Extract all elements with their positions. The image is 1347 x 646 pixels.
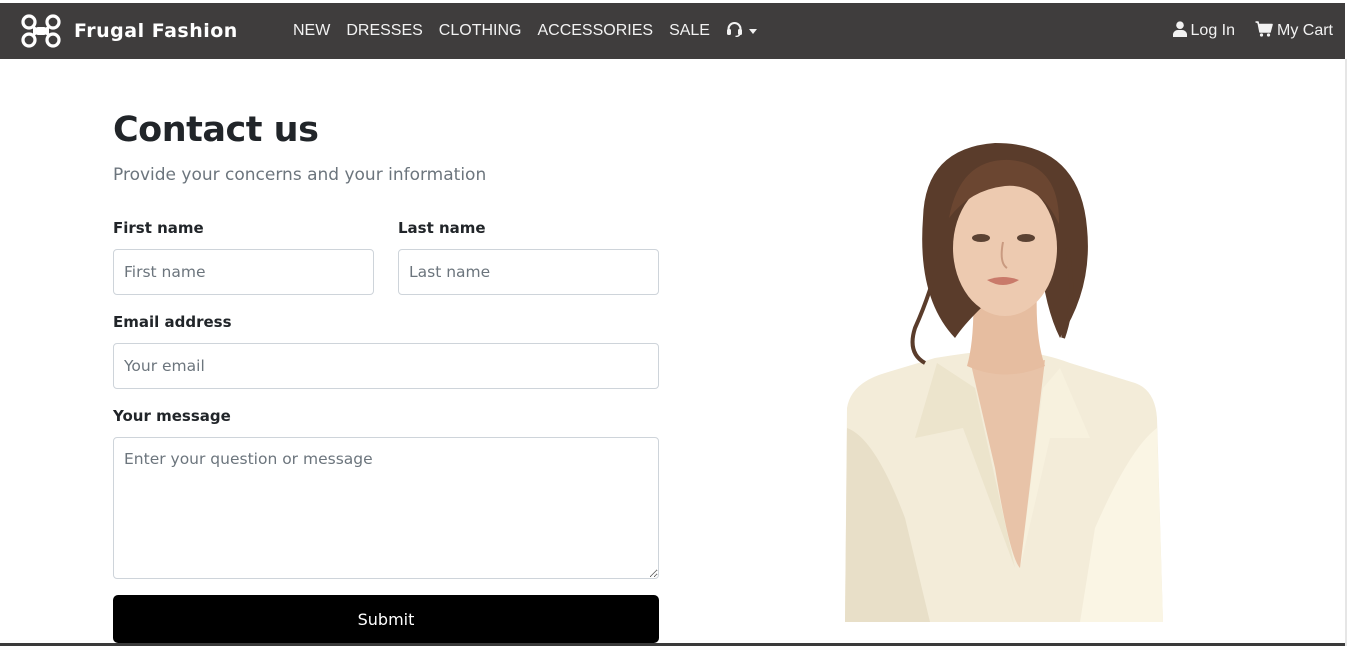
navbar: Frugal Fashion NEW DRESSES CLOTHING ACCE… [0,3,1345,59]
user-icon [1172,20,1191,42]
nav-link-accessories[interactable]: ACCESSORIES [537,22,653,40]
login-link[interactable]: Log In [1172,20,1235,42]
support-dropdown[interactable] [726,21,757,41]
message-textarea[interactable] [113,437,659,579]
brand[interactable]: Frugal Fashion [20,14,238,48]
nav-right: Log In My Cart [1153,3,1333,59]
cart-link[interactable]: My Cart [1255,20,1333,42]
first-name-input[interactable] [113,249,374,295]
page-title: Contact us [113,110,319,150]
nav-link-dresses[interactable]: DRESSES [346,22,422,40]
contact-header: Contact us Provide your concerns and you… [113,108,659,186]
brand-name: Frugal Fashion [74,20,238,42]
headset-icon [726,21,743,41]
cart-icon [1255,20,1277,42]
email-input[interactable] [113,343,659,389]
drone-icon [20,14,62,48]
nav-link-new[interactable]: NEW [293,22,330,40]
nav-link-sale[interactable]: SALE [669,22,710,40]
message-label: Your message [113,407,231,425]
chevron-down-icon [748,28,757,34]
first-name-label: First name [113,219,204,237]
nav-link-clothing[interactable]: CLOTHING [439,22,522,40]
login-label: Log In [1190,22,1235,39]
model-photo [845,138,1165,622]
main-nav: NEW DRESSES CLOTHING ACCESSORIES SALE [285,3,757,59]
email-label: Email address [113,313,232,331]
page-subtitle: Provide your concerns and your informati… [113,165,487,185]
last-name-input[interactable] [398,249,659,295]
cart-label: My Cart [1277,22,1333,39]
submit-button[interactable]: Submit [113,595,659,643]
last-name-label: Last name [398,219,486,237]
